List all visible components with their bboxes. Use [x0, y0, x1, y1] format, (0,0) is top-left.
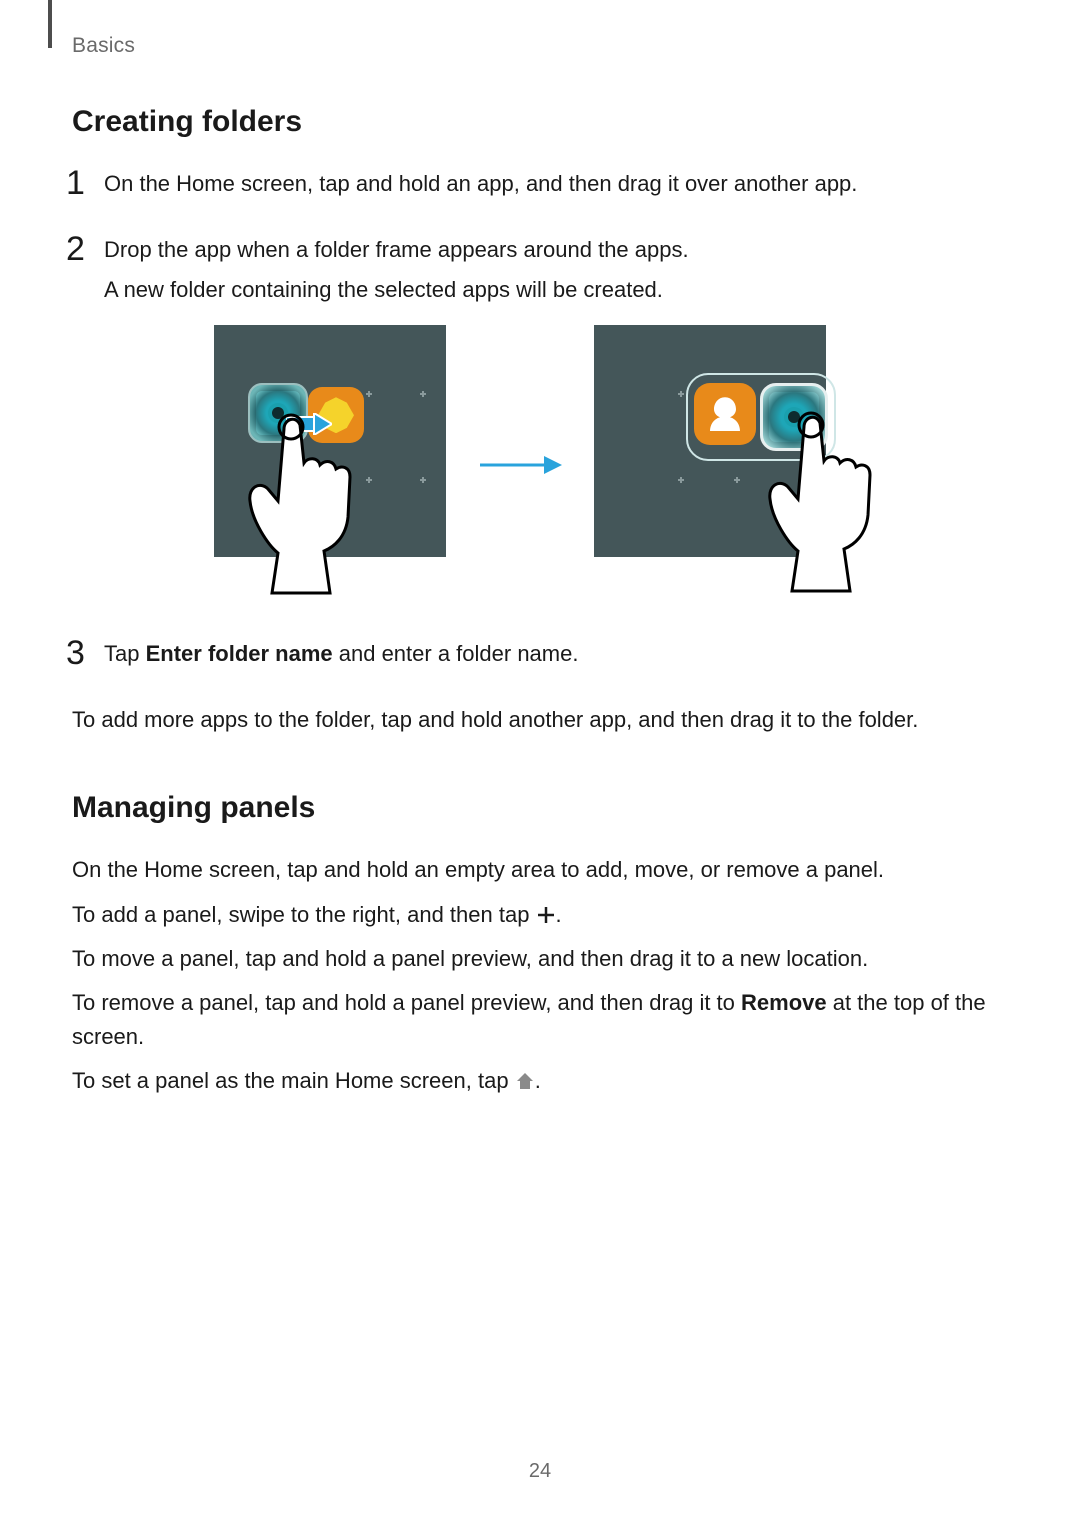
- mp-line-1: On the Home screen, tap and hold an empt…: [72, 853, 1002, 887]
- mp-line-4-bold: Remove: [741, 990, 827, 1015]
- contacts-app-icon: [694, 383, 756, 445]
- mp-line-5: To set a panel as the main Home screen, …: [72, 1064, 1002, 1098]
- plus-icon: [536, 901, 556, 921]
- mp-line-4a: To remove a panel, tap and hold a panel …: [72, 990, 741, 1015]
- header-tab-mark: [48, 0, 52, 48]
- add-more-apps-text: To add more apps to the folder, tap and …: [72, 703, 1002, 737]
- step-2-text-b: A new folder containing the selected app…: [104, 273, 1002, 307]
- home-icon: [515, 1067, 535, 1087]
- step-3-bold: Enter folder name: [146, 641, 333, 666]
- step-number: 1: [66, 157, 85, 210]
- step-1-text: On the Home screen, tap and hold an app,…: [104, 167, 1002, 201]
- mp-line-4: To remove a panel, tap and hold a panel …: [72, 986, 1002, 1054]
- heading-managing-panels: Managing panels: [72, 791, 1002, 825]
- step-3-suffix: and enter a folder name.: [333, 641, 579, 666]
- mp-line-2a: To add a panel, swipe to the right, and …: [72, 902, 536, 927]
- page: Basics Creating folders 1 On the Home sc…: [0, 0, 1080, 1527]
- step-3: 3 Tap Enter folder name and enter a fold…: [72, 637, 1002, 671]
- step-2-text-a: Drop the app when a folder frame appears…: [104, 233, 1002, 267]
- heading-creating-folders: Creating folders: [72, 105, 1002, 139]
- breadcrumb: Basics: [72, 34, 135, 58]
- figure-right-wrap: [594, 325, 826, 605]
- steps-list: 1 On the Home screen, tap and hold an ap…: [72, 167, 1002, 671]
- mp-line-2b: .: [556, 902, 562, 927]
- step-number: 3: [66, 627, 85, 680]
- arrow-right-icon: [478, 453, 562, 477]
- step-3-prefix: Tap: [104, 641, 146, 666]
- content-area: Creating folders 1 On the Home screen, t…: [72, 105, 1002, 1108]
- mp-line-5a: To set a panel as the main Home screen, …: [72, 1068, 515, 1093]
- mp-line-3: To move a panel, tap and hold a panel pr…: [72, 942, 1002, 976]
- figure-drag-drop: [214, 325, 1002, 605]
- mp-line-5b: .: [535, 1068, 541, 1093]
- mp-line-2: To add a panel, swipe to the right, and …: [72, 898, 1002, 932]
- step-number: 2: [66, 223, 85, 276]
- hand-pointer-icon: [764, 403, 894, 593]
- figure-left-wrap: [214, 325, 446, 605]
- step-1: 1 On the Home screen, tap and hold an ap…: [72, 167, 1002, 201]
- page-number: 24: [0, 1460, 1080, 1483]
- step-3-text: Tap Enter folder name and enter a folder…: [104, 637, 1002, 671]
- step-2: 2 Drop the app when a folder frame appea…: [72, 233, 1002, 605]
- hand-pointer-icon: [244, 405, 374, 595]
